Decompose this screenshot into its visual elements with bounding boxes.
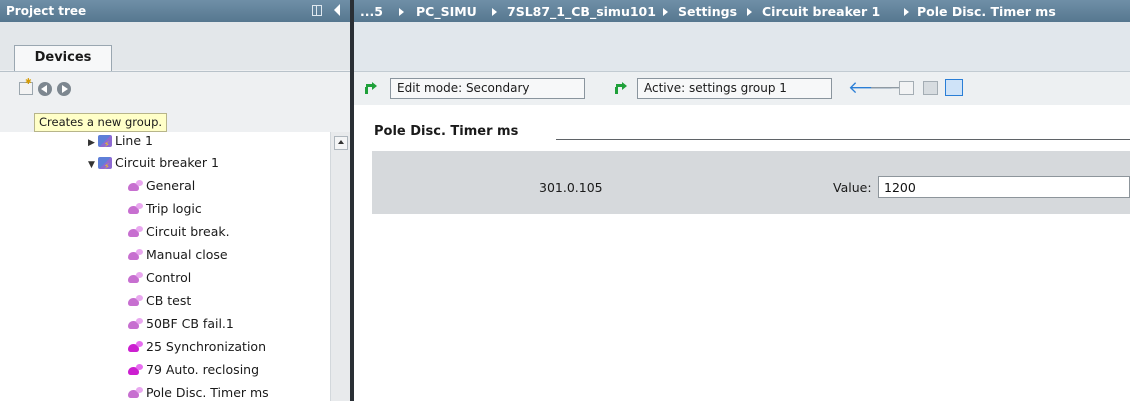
- editor-toolbar: Edit mode: Secondary Active: settings gr…: [354, 71, 1130, 105]
- tree-item-label: Line 1: [115, 133, 153, 148]
- tree-item-circuit-breaker-1[interactable]: ▼ Circuit breaker 1: [88, 152, 219, 178]
- breadcrumb-separator-icon: [399, 8, 404, 16]
- parameter-value-input[interactable]: [878, 176, 1130, 198]
- pin-icon[interactable]: [312, 5, 322, 16]
- tree-item-label: 79 Auto. reclosing: [146, 362, 260, 377]
- tree-item-line-1[interactable]: ▶ Line 1: [88, 132, 153, 156]
- scroll-up-icon[interactable]: [334, 136, 348, 150]
- active-group-field[interactable]: Active: settings group 1: [637, 78, 832, 99]
- tree-toolbar: [0, 71, 350, 116]
- tree-item-50bf-cb-fail[interactable]: 50BF CB fail.1: [128, 313, 234, 335]
- edit-view-icon[interactable]: [923, 81, 938, 95]
- device-icon: [98, 156, 112, 178]
- parameter-address: 301.0.105: [539, 180, 603, 195]
- tree-item-label: Circuit break.: [146, 224, 230, 239]
- function-block-icon: [128, 226, 143, 238]
- breadcrumb-separator-icon: [904, 8, 909, 16]
- edit-mode-field[interactable]: Edit mode: Secondary: [390, 78, 585, 99]
- forward-icon[interactable]: [57, 82, 71, 96]
- collapse-pane-icon[interactable]: [334, 4, 340, 16]
- tab-devices[interactable]: Devices: [14, 45, 112, 71]
- tree-item-control[interactable]: Control: [128, 267, 191, 289]
- tooltip: Creates a new group.: [34, 113, 168, 132]
- breadcrumb-separator-icon: [663, 8, 668, 16]
- tree-item-label: Control: [146, 270, 192, 285]
- green-arrow-icon[interactable]: [614, 82, 628, 94]
- breadcrumb-item[interactable]: 7SL87_1_CB_simu101: [507, 4, 656, 19]
- breadcrumb-separator-icon: [747, 8, 752, 16]
- tree-item-label: CB test: [146, 293, 192, 308]
- breadcrumb-item[interactable]: Circuit breaker 1: [762, 4, 880, 19]
- tree-item-label: Pole Disc. Timer ms: [146, 385, 269, 400]
- project-tree-pane: Project tree Devices Creates a new group…: [0, 0, 351, 401]
- function-block-icon: [128, 249, 143, 261]
- function-block-icon: [128, 272, 143, 284]
- collapse-arrow-icon[interactable]: ▼: [88, 154, 98, 176]
- back-icon[interactable]: [38, 82, 52, 96]
- project-tree-title-bar: Project tree: [0, 0, 350, 22]
- editor-header-strip: [354, 22, 1130, 71]
- function-block-icon: [128, 341, 143, 353]
- tree-item-label: General: [146, 178, 196, 193]
- breadcrumb-item[interactable]: PC_SIMU: [416, 4, 477, 19]
- tree-item-79-auto-reclosing[interactable]: 79 Auto. reclosing: [128, 359, 259, 381]
- tree-item-label: Circuit breaker 1: [115, 155, 219, 170]
- breadcrumb-item[interactable]: ...5: [360, 4, 383, 19]
- section-divider: [556, 139, 1130, 140]
- tree-item-trip-logic[interactable]: Trip logic: [128, 198, 202, 220]
- tree-item-cb-test[interactable]: CB test: [128, 290, 191, 312]
- section-title: Pole Disc. Timer ms: [374, 124, 519, 139]
- tree-item-circuit-break[interactable]: Circuit break.: [128, 221, 230, 243]
- project-tree-title: Project tree: [6, 4, 87, 18]
- tree-item-pole-disc-timer[interactable]: Pole Disc. Timer ms: [128, 382, 269, 401]
- tree-scrollbar[interactable]: [330, 132, 351, 401]
- list-view-icon[interactable]: [945, 79, 963, 96]
- green-arrow-icon[interactable]: [364, 82, 378, 94]
- tree-item-label: 50BF CB fail.1: [146, 316, 234, 331]
- new-group-icon[interactable]: [19, 77, 33, 95]
- breadcrumb-separator-icon: [492, 8, 497, 16]
- breadcrumb: ...5 PC_SIMU 7SL87_1_CB_simu101 Settings…: [354, 0, 1130, 22]
- value-label: Value:: [833, 180, 872, 195]
- breadcrumb-item[interactable]: Pole Disc. Timer ms: [917, 4, 1056, 19]
- function-block-icon: [128, 295, 143, 307]
- tree-item-label: 25 Synchronization: [146, 339, 267, 354]
- chart-view-icon[interactable]: [899, 81, 914, 95]
- tree-item-manual-close[interactable]: Manual close: [128, 244, 228, 266]
- function-block-icon: [128, 318, 143, 330]
- function-block-icon: [128, 364, 143, 376]
- tree-item-general[interactable]: General: [128, 175, 195, 197]
- device-tree: ▶ Line 1 ▼ Circuit breaker 1 General Trip …: [0, 132, 330, 401]
- function-block-icon: [128, 387, 143, 399]
- breadcrumb-item[interactable]: Settings: [678, 4, 737, 19]
- device-icon: [98, 134, 112, 156]
- function-block-icon: [128, 180, 143, 192]
- expand-arrow-icon[interactable]: ▶: [88, 132, 98, 154]
- tree-item-label: Trip logic: [146, 201, 202, 216]
- tree-item-label: Manual close: [146, 247, 228, 262]
- function-block-icon: [128, 203, 143, 215]
- tree-item-25-synchronization[interactable]: 25 Synchronization: [128, 336, 266, 358]
